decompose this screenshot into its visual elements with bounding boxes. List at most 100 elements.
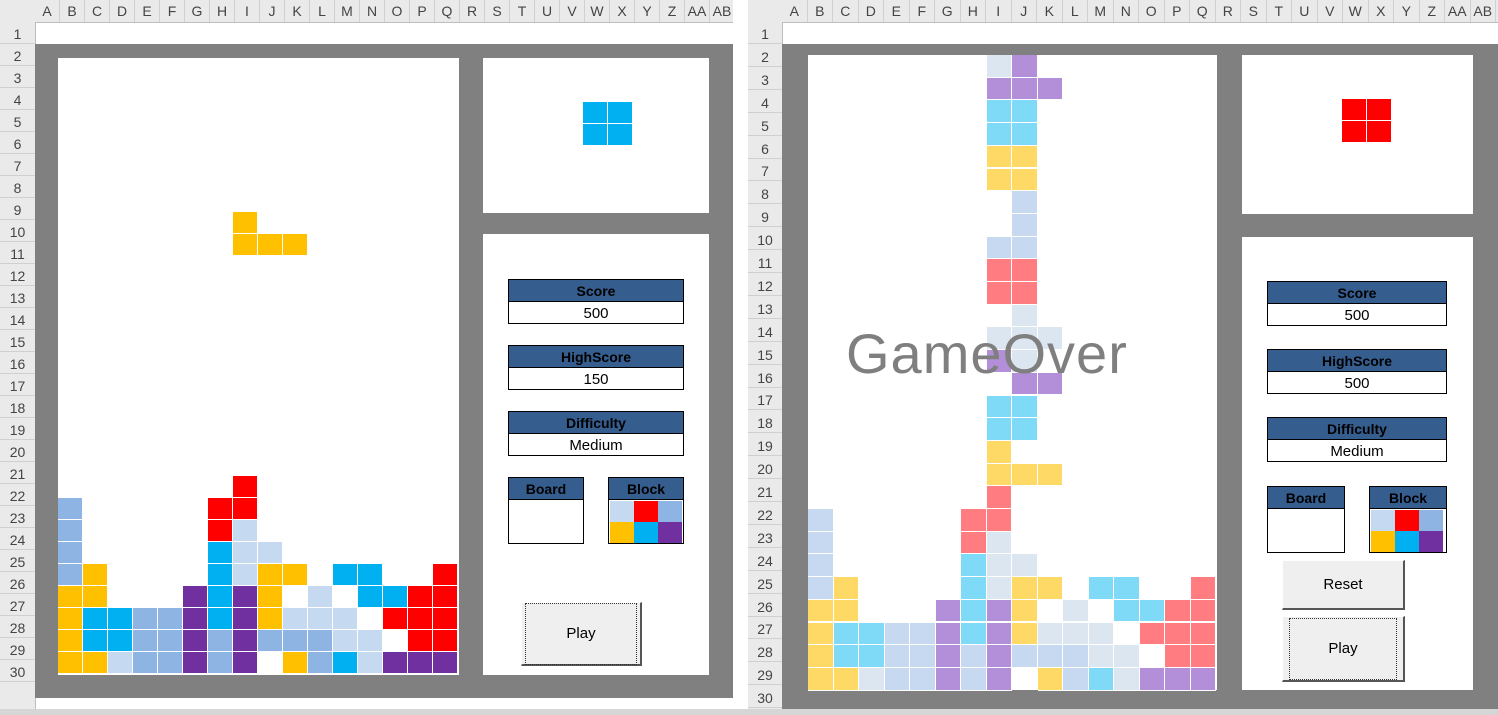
row-header-27[interactable]: 27 bbox=[748, 617, 782, 640]
row-header-25[interactable]: 25 bbox=[0, 550, 35, 572]
row-header-10[interactable]: 10 bbox=[0, 220, 35, 242]
row-header-10[interactable]: 10 bbox=[748, 228, 782, 251]
reset-button[interactable]: Reset bbox=[1282, 560, 1405, 610]
column-header-l[interactable]: L bbox=[1063, 0, 1088, 22]
block-color-swatch-steel[interactable] bbox=[1419, 510, 1443, 531]
column-header-k[interactable]: K bbox=[1037, 0, 1063, 22]
column-header-l[interactable]: L bbox=[310, 0, 335, 22]
block-color-swatch-cyan[interactable] bbox=[1395, 531, 1419, 552]
row-header-19[interactable]: 19 bbox=[0, 418, 35, 440]
row-header-7[interactable]: 7 bbox=[0, 154, 35, 176]
column-header-g[interactable]: G bbox=[185, 0, 210, 22]
column-header-s[interactable]: S bbox=[485, 0, 510, 22]
row-header-6[interactable]: 6 bbox=[0, 132, 35, 154]
row-header-2[interactable]: 2 bbox=[748, 45, 782, 67]
row-header-25[interactable]: 25 bbox=[748, 572, 782, 594]
column-header-o[interactable]: O bbox=[1139, 0, 1165, 22]
column-header-v[interactable]: V bbox=[1318, 0, 1343, 22]
column-header-f[interactable]: F bbox=[910, 0, 935, 22]
row-header-11[interactable]: 11 bbox=[748, 251, 782, 273]
board-color-swatch[interactable] bbox=[1267, 508, 1345, 553]
column-header-r[interactable]: R bbox=[1216, 0, 1241, 22]
row-header-15[interactable]: 15 bbox=[0, 330, 35, 352]
row-header-6[interactable]: 6 bbox=[748, 137, 782, 159]
row-header-20[interactable]: 20 bbox=[0, 440, 35, 462]
row-header-14[interactable]: 14 bbox=[748, 320, 782, 342]
block-color-swatch-pale[interactable] bbox=[1371, 510, 1395, 531]
row-header-15[interactable]: 15 bbox=[748, 343, 782, 365]
row-header-12[interactable]: 12 bbox=[0, 264, 35, 286]
block-color-swatch-red[interactable] bbox=[1395, 510, 1419, 531]
block-color-swatch-cyan[interactable] bbox=[634, 522, 658, 543]
column-header-i[interactable]: I bbox=[235, 0, 260, 22]
row-header-28[interactable]: 28 bbox=[0, 616, 35, 638]
difficulty-value[interactable]: Medium bbox=[1267, 439, 1447, 462]
row-header-21[interactable]: 21 bbox=[748, 480, 782, 502]
column-header-d[interactable]: D bbox=[859, 0, 884, 22]
row-header-24[interactable]: 24 bbox=[0, 528, 35, 550]
row-header-3[interactable]: 3 bbox=[0, 66, 35, 88]
column-header-t[interactable]: T bbox=[510, 0, 535, 22]
row-header-30[interactable]: 30 bbox=[748, 686, 782, 709]
board-color-swatch[interactable] bbox=[508, 499, 584, 544]
block-color-swatch-red[interactable] bbox=[634, 501, 658, 522]
row-header-4[interactable]: 4 bbox=[0, 88, 35, 110]
column-header-a[interactable]: A bbox=[782, 0, 808, 22]
column-header-p[interactable]: P bbox=[1165, 0, 1190, 22]
row-header-30[interactable]: 30 bbox=[0, 660, 35, 682]
column-header-w[interactable]: W bbox=[1343, 0, 1369, 22]
row-header-14[interactable]: 14 bbox=[0, 308, 35, 330]
row-header-13[interactable]: 13 bbox=[0, 286, 35, 308]
column-header-e[interactable]: E bbox=[135, 0, 160, 22]
row-header-27[interactable]: 27 bbox=[0, 594, 35, 616]
row-header-23[interactable]: 23 bbox=[748, 526, 782, 548]
play-button[interactable]: Play bbox=[1282, 616, 1405, 682]
row-header-3[interactable]: 3 bbox=[748, 68, 782, 90]
block-color-swatch-yellow[interactable] bbox=[610, 522, 634, 543]
column-header-n[interactable]: N bbox=[1114, 0, 1139, 22]
row-header-18[interactable]: 18 bbox=[0, 396, 35, 418]
row-header-4[interactable]: 4 bbox=[748, 91, 782, 113]
column-header-ab[interactable]: AB bbox=[710, 0, 733, 22]
column-header-c[interactable]: C bbox=[833, 0, 859, 22]
column-header-ab[interactable]: AB bbox=[1471, 0, 1496, 22]
row-header-11[interactable]: 11 bbox=[0, 242, 35, 264]
row-header-17[interactable]: 17 bbox=[0, 374, 35, 396]
column-header-j[interactable]: J bbox=[1012, 0, 1037, 22]
column-header-y[interactable]: Y bbox=[635, 0, 660, 22]
block-color-swatch-pale[interactable] bbox=[610, 501, 634, 522]
column-header-u[interactable]: U bbox=[535, 0, 560, 22]
row-header-9[interactable]: 9 bbox=[748, 205, 782, 228]
row-header-26[interactable]: 26 bbox=[0, 572, 35, 594]
row-header-9[interactable]: 9 bbox=[0, 198, 35, 220]
column-header-n[interactable]: N bbox=[360, 0, 385, 22]
row-header-1[interactable]: 1 bbox=[748, 22, 782, 44]
column-header-a[interactable]: A bbox=[35, 0, 60, 22]
row-header-29[interactable]: 29 bbox=[0, 638, 35, 660]
column-header-w[interactable]: W bbox=[585, 0, 610, 22]
row-header-7[interactable]: 7 bbox=[748, 159, 782, 182]
column-header-b[interactable]: B bbox=[60, 0, 85, 22]
row-header-22[interactable]: 22 bbox=[0, 484, 35, 506]
column-header-o[interactable]: O bbox=[385, 0, 410, 22]
row-header-5[interactable]: 5 bbox=[748, 114, 782, 136]
column-header-h[interactable]: H bbox=[210, 0, 235, 22]
row-header-28[interactable]: 28 bbox=[748, 640, 782, 663]
row-header-13[interactable]: 13 bbox=[748, 297, 782, 319]
row-header-22[interactable]: 22 bbox=[748, 503, 782, 525]
block-color-palette[interactable] bbox=[608, 499, 684, 544]
row-header-8[interactable]: 8 bbox=[0, 176, 35, 198]
column-header-g[interactable]: G bbox=[935, 0, 961, 22]
column-header-q[interactable]: Q bbox=[435, 0, 460, 22]
column-header-i[interactable]: I bbox=[986, 0, 1012, 22]
column-header-b[interactable]: B bbox=[808, 0, 833, 22]
column-header-t[interactable]: T bbox=[1267, 0, 1292, 22]
block-color-swatch-steel[interactable] bbox=[658, 501, 682, 522]
column-header-x[interactable]: X bbox=[610, 0, 635, 22]
column-header-p[interactable]: P bbox=[410, 0, 435, 22]
column-header-aa[interactable]: AA bbox=[685, 0, 710, 22]
row-header-20[interactable]: 20 bbox=[748, 457, 782, 480]
difficulty-value[interactable]: Medium bbox=[508, 433, 684, 456]
column-header-f[interactable]: F bbox=[160, 0, 185, 22]
block-color-swatch-purple[interactable] bbox=[1419, 531, 1443, 552]
